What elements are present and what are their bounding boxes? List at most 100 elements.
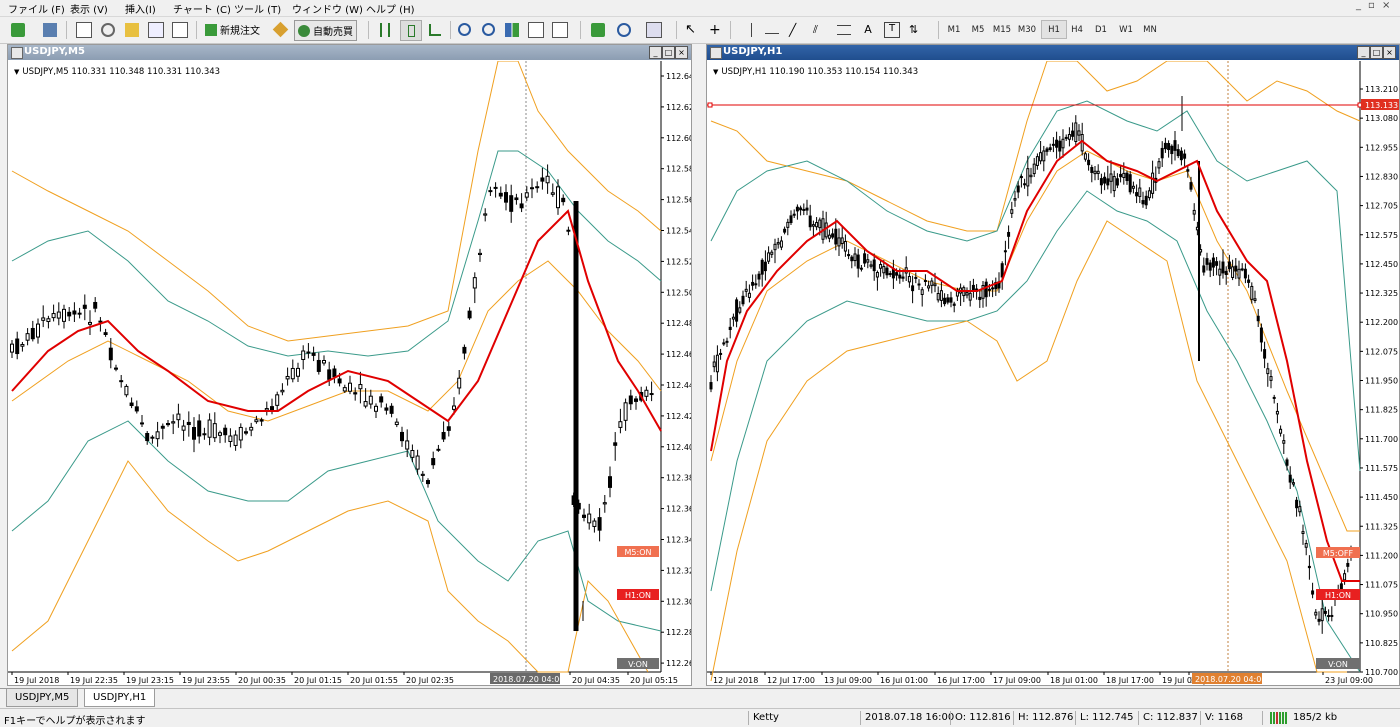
horizontal-line-icon[interactable] [762,20,782,39]
menu-tools[interactable]: ツール (T) [234,1,281,16]
new-order-button[interactable]: 新規注文 [202,20,263,39]
periods-icon[interactable] [614,20,634,39]
timeframe-w1[interactable]: W1 [1114,20,1138,39]
candle-body [1317,618,1321,622]
menu-chart[interactable]: チャート (C) [173,1,231,16]
autoscroll-icon[interactable] [526,20,546,39]
tile-windows-icon[interactable] [502,20,522,39]
indicators-icon[interactable] [588,20,608,39]
candle-body [524,192,529,198]
tab-usdjpy-m5[interactable]: USDJPY,M5 [6,689,79,707]
candle-body [728,326,732,331]
collapse-triangle-icon[interactable]: ▼ [713,68,718,76]
text-icon[interactable]: A [858,20,878,39]
chart-window-h1-titlebar[interactable]: USDJPY,H1 _ □ × [707,45,1399,60]
timeframe-d1[interactable]: D1 [1089,20,1113,39]
candle-body [1279,428,1283,434]
metaeditor-icon[interactable] [270,20,290,39]
chart-plot-m5[interactable]: 112.645 112.625 112.605 112.585 112.565 112.5… [8,61,691,685]
time-tick-label: 19 Jul 23:55 [182,676,230,685]
bar-chart-icon[interactable] [375,20,395,39]
line-chart-icon[interactable] [425,20,445,39]
zoom-out-icon[interactable] [478,20,498,39]
status-bar: F1キーでヘルプが表示されます Ketty 2018.07.18 16:00 O… [0,708,1400,727]
templates-icon[interactable] [644,20,664,39]
zoom-in-icon[interactable] [454,20,474,39]
equidistant-channel-icon[interactable]: ⫽ [810,20,830,39]
menu-view[interactable]: 表示 (V) [70,1,108,16]
candle-body [1304,542,1308,548]
candle-body [1237,268,1241,279]
candle-body [850,256,854,262]
candle-body [863,253,867,264]
candle-body [649,393,654,396]
strategy-tester-icon[interactable] [170,20,190,39]
market-watch-icon[interactable] [74,20,94,39]
fibonacci-icon[interactable] [834,20,854,39]
timeframe-m5[interactable]: M5 [966,20,990,39]
candle-body [1327,615,1331,618]
chart-window-m5-titlebar[interactable]: USDJPY,M5 _ □ × [8,45,691,60]
chart-plot-h1[interactable]: 113.210 113.080 112.955 112.830 112.705 112.5… [707,61,1399,685]
timeframe-mn[interactable]: MN [1138,20,1162,39]
candle-body [259,419,264,422]
menu-insert[interactable]: 挿入(I) [125,1,156,16]
candle-body [943,297,947,305]
timeframe-m30[interactable]: M30 [1015,20,1039,39]
text-label-icon[interactable]: T [882,20,902,39]
navigator-icon[interactable] [122,20,142,39]
vertical-line-icon[interactable] [738,20,758,39]
timeframe-h1[interactable]: H1 [1041,20,1067,39]
arrows-icon[interactable]: ⇅ [906,20,926,39]
candle-body [1119,173,1123,178]
menu-file[interactable]: ファイル (F) [8,1,65,16]
candle-body [264,408,269,411]
price-tick-label: 112.265 [666,659,691,668]
maximize-icon[interactable]: □ [662,46,675,59]
candlestick-icon[interactable] [400,20,422,41]
cursor-icon[interactable]: ↖ [682,20,702,39]
timeframe-m15[interactable]: M15 [990,20,1014,39]
crosshair-icon[interactable]: + [706,20,726,39]
candle-body [805,207,809,211]
menu-help[interactable]: ヘルプ (H) [366,1,415,16]
candle-body [715,354,719,373]
chart-shift-icon[interactable] [550,20,570,39]
new-chart-icon[interactable] [8,20,28,39]
close-icon[interactable]: × [1383,46,1396,59]
candle-body [1026,168,1030,187]
minimize-window-button[interactable]: _ [1356,0,1361,11]
traffic-bar-icon [1270,712,1272,724]
candle-body [1170,145,1174,155]
candle-body [644,389,649,397]
status-help-text: F1キーでヘルプが表示されます [4,716,146,727]
tab-usdjpy-h1[interactable]: USDJPY,H1 [84,689,156,707]
price-tick-label: 111.825 [1365,406,1398,415]
candle-body [1208,262,1212,271]
data-window-icon[interactable] [98,20,118,39]
price-tick-label: 112.545 [666,227,691,236]
timeframe-m1[interactable]: M1 [942,20,966,39]
auto-trade-button[interactable]: 自動売買 [294,20,357,41]
candle-body [907,276,911,283]
profiles-icon[interactable] [40,20,60,39]
menu-window[interactable]: ウィンドウ (W) [292,1,363,16]
candle-body [254,419,259,423]
timeframe-h4[interactable]: H4 [1065,20,1089,39]
collapse-triangle-icon[interactable]: ▼ [14,68,19,76]
terminal-icon[interactable] [146,20,166,39]
minimize-icon[interactable]: _ [1357,46,1370,59]
minimize-icon[interactable]: _ [649,46,662,59]
close-window-button[interactable]: × [1382,0,1390,11]
time-tick-label: 16 Jul 01:00 [880,676,928,685]
m5-status-label: M5:OFF [1323,549,1354,558]
chart-window-m5[interactable]: USDJPY,M5 _ □ × 112.645112.625112.605112… [7,44,692,686]
candle-body [1147,190,1151,199]
restore-window-button[interactable]: ▫ [1368,0,1375,11]
price-tick-label: 112.445 [666,381,691,390]
trendline-icon[interactable]: ╱ [786,20,806,39]
maximize-icon[interactable]: □ [1370,46,1383,59]
price-tick-label: 112.200 [1365,318,1398,327]
close-icon[interactable]: × [675,46,688,59]
chart-window-h1[interactable]: USDJPY,H1 _ □ × 113.210 113.080 112.955 112… [706,44,1400,686]
